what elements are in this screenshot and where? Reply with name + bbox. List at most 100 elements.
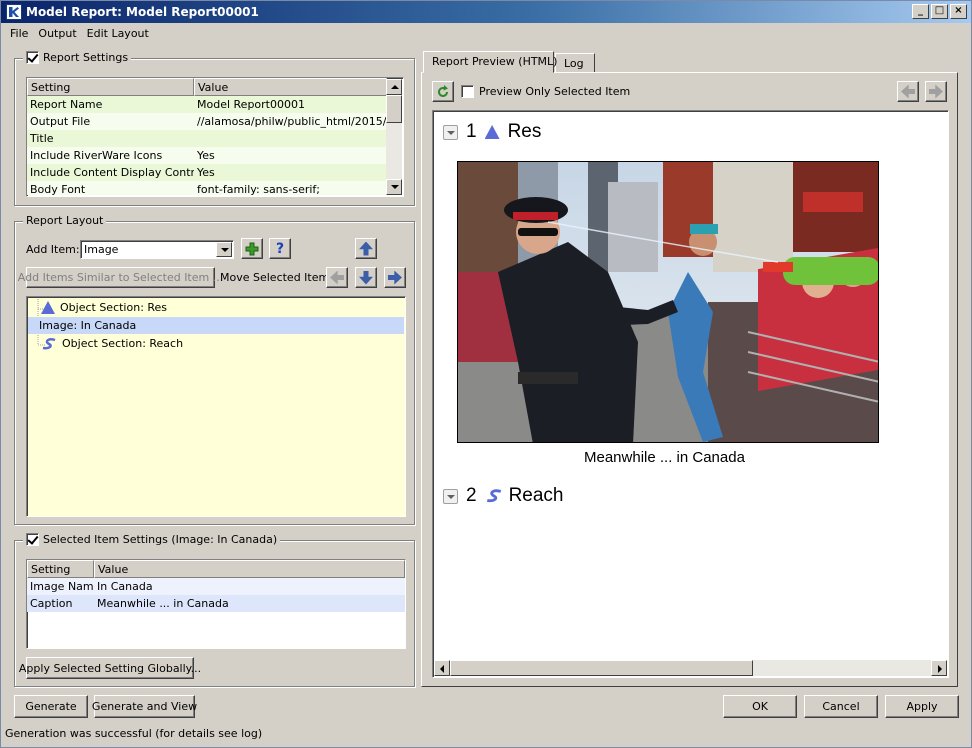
value-cell: //alamosa/philw/public_html/2015/Co... bbox=[197, 115, 387, 128]
tab-log[interactable]: Log bbox=[555, 53, 595, 73]
column-header-value[interactable]: Value bbox=[194, 78, 387, 96]
arrow-right-icon bbox=[929, 84, 943, 99]
move-up-button[interactable] bbox=[355, 238, 377, 259]
column-header-setting[interactable]: Setting bbox=[27, 560, 94, 578]
value-cell: Yes bbox=[197, 149, 215, 162]
selected-item-settings-checkbox[interactable] bbox=[26, 533, 39, 546]
column-header-value[interactable]: Value bbox=[94, 560, 405, 578]
move-down-button[interactable] bbox=[355, 267, 377, 288]
window-title: Model Report: Model Report00001 bbox=[26, 5, 259, 19]
close-button[interactable]: × bbox=[950, 4, 967, 19]
tree-item-label: Image: In Canada bbox=[39, 319, 137, 332]
menu-edit-layout[interactable]: Edit Layout bbox=[82, 27, 154, 40]
chevron-down-icon[interactable] bbox=[216, 242, 232, 257]
tree-item-image[interactable]: Image: In Canada bbox=[28, 317, 404, 334]
move-right-button[interactable] bbox=[384, 267, 406, 288]
arrow-up-icon bbox=[359, 241, 373, 256]
tree-item-reach[interactable]: Object Section: Reach bbox=[41, 335, 183, 352]
table-row[interactable]: Title bbox=[27, 130, 387, 147]
menu-bar: File Output Edit Layout bbox=[1, 23, 971, 43]
ok-button[interactable]: OK bbox=[723, 695, 797, 718]
add-similar-items-button[interactable]: Add Items Similar to Selected Item ... bbox=[18, 267, 223, 288]
section-name: Res bbox=[507, 121, 542, 142]
status-message: Generation was successful (for details s… bbox=[5, 727, 263, 740]
maximize-button[interactable]: □ bbox=[931, 4, 948, 19]
value-cell: In Canada bbox=[97, 580, 153, 593]
parade-photo-image bbox=[458, 162, 878, 442]
column-header-setting[interactable]: Setting bbox=[27, 78, 194, 96]
image-caption: Meanwhile ... in Canada bbox=[584, 449, 745, 466]
html-preview-area: 1 Res Meanwhile ... in Canada 2 Reach bbox=[432, 110, 949, 678]
report-settings-table: Setting Value Report Name Model Report00… bbox=[26, 77, 404, 197]
report-settings-scrollbar[interactable] bbox=[386, 79, 402, 195]
move-left-button[interactable] bbox=[326, 267, 348, 288]
report-layout-group: Report Layout Add Item: Image ? Add Item… bbox=[14, 214, 415, 525]
report-settings-checkbox[interactable] bbox=[26, 51, 39, 64]
apply-globally-button[interactable]: Apply Selected Setting Globally... bbox=[19, 657, 201, 679]
triangle-icon bbox=[41, 301, 55, 314]
plus-icon bbox=[245, 242, 259, 255]
tree-item-label: Object Section: Res bbox=[60, 301, 168, 314]
arrow-down-icon bbox=[359, 270, 373, 285]
report-settings-title: Report Settings bbox=[43, 51, 129, 64]
scroll-thumb[interactable] bbox=[450, 660, 753, 676]
preview-section-res: 1 Res bbox=[443, 121, 541, 143]
riverware-app-icon bbox=[6, 4, 22, 20]
setting-cell: Body Font bbox=[30, 183, 86, 195]
preview-horizontal-scrollbar[interactable] bbox=[434, 660, 947, 676]
help-button[interactable]: ? bbox=[269, 238, 291, 259]
table-row[interactable]: Output File //alamosa/philw/public_html/… bbox=[27, 113, 387, 130]
table-row[interactable]: Caption Meanwhile ... in Canada bbox=[27, 595, 405, 612]
tree-item-res[interactable]: Object Section: Res bbox=[41, 299, 167, 316]
scroll-down-button[interactable] bbox=[386, 179, 402, 195]
generate-and-view-button[interactable]: Generate and View bbox=[92, 695, 197, 718]
arrow-right-icon bbox=[388, 270, 402, 285]
scroll-up-button[interactable] bbox=[386, 79, 402, 95]
table-row[interactable]: Include RiverWare Icons Yes bbox=[27, 147, 387, 164]
menu-output[interactable]: Output bbox=[33, 27, 81, 40]
preview-back-button[interactable] bbox=[897, 81, 919, 102]
collapse-icon[interactable] bbox=[443, 488, 458, 504]
section-number: 2 bbox=[466, 485, 477, 506]
table-row[interactable]: Body Font font-family: sans-serif; bbox=[27, 181, 387, 195]
value-cell bbox=[194, 130, 387, 147]
value-cell: Model Report00001 bbox=[197, 98, 305, 111]
table-row[interactable]: Image Name In Canada bbox=[27, 578, 405, 595]
model-report-window: Model Report: Model Report00001 _ □ × Fi… bbox=[0, 0, 972, 748]
refresh-button[interactable] bbox=[432, 81, 454, 102]
generate-button[interactable]: Generate bbox=[14, 695, 88, 718]
value-cell: font-family: sans-serif; bbox=[197, 183, 321, 195]
table-row[interactable]: Report Name Model Report00001 bbox=[27, 96, 387, 113]
add-item-label: Add Item: bbox=[26, 243, 80, 256]
menu-file[interactable]: File bbox=[5, 27, 33, 40]
preview-forward-button[interactable] bbox=[925, 81, 947, 102]
value-cell: Yes bbox=[197, 166, 215, 179]
tab-report-preview[interactable]: Report Preview (HTML) bbox=[423, 51, 557, 73]
setting-cell: Caption bbox=[30, 597, 73, 610]
preview-only-label: Preview Only Selected Item bbox=[479, 85, 631, 98]
table-row[interactable]: Include Content Display Controls Yes bbox=[27, 164, 387, 181]
preview-only-checkbox[interactable] bbox=[461, 85, 474, 98]
selected-item-settings-group: Selected Item Settings (Image: In Canada… bbox=[14, 533, 415, 687]
reach-icon bbox=[486, 489, 501, 503]
report-preview-panel: Preview Only Selected Item 1 Res Meanwhi… bbox=[421, 72, 958, 687]
preview-section-reach: 2 Reach bbox=[443, 485, 564, 507]
tree-item-label: Object Section: Reach bbox=[62, 337, 184, 350]
arrow-left-icon bbox=[330, 270, 344, 285]
add-item-button[interactable] bbox=[241, 238, 263, 259]
add-item-value: Image bbox=[84, 243, 119, 256]
apply-button[interactable]: Apply bbox=[885, 695, 959, 718]
minimize-button[interactable]: _ bbox=[912, 4, 929, 19]
section-name: Reach bbox=[508, 485, 564, 506]
cancel-button[interactable]: Cancel bbox=[804, 695, 878, 718]
triangle-icon bbox=[484, 125, 500, 139]
collapse-icon[interactable] bbox=[443, 124, 458, 140]
scroll-right-button[interactable] bbox=[931, 660, 947, 676]
preview-only-option[interactable]: Preview Only Selected Item bbox=[461, 85, 630, 98]
add-item-combo[interactable]: Image bbox=[80, 240, 234, 259]
report-layout-tree: Object Section: Res Image: In Canada Obj… bbox=[26, 296, 406, 517]
scroll-thumb[interactable] bbox=[386, 95, 402, 123]
setting-cell: Include Content Display Controls bbox=[30, 166, 194, 179]
help-icon: ? bbox=[275, 240, 285, 257]
scroll-left-button[interactable] bbox=[434, 660, 450, 676]
